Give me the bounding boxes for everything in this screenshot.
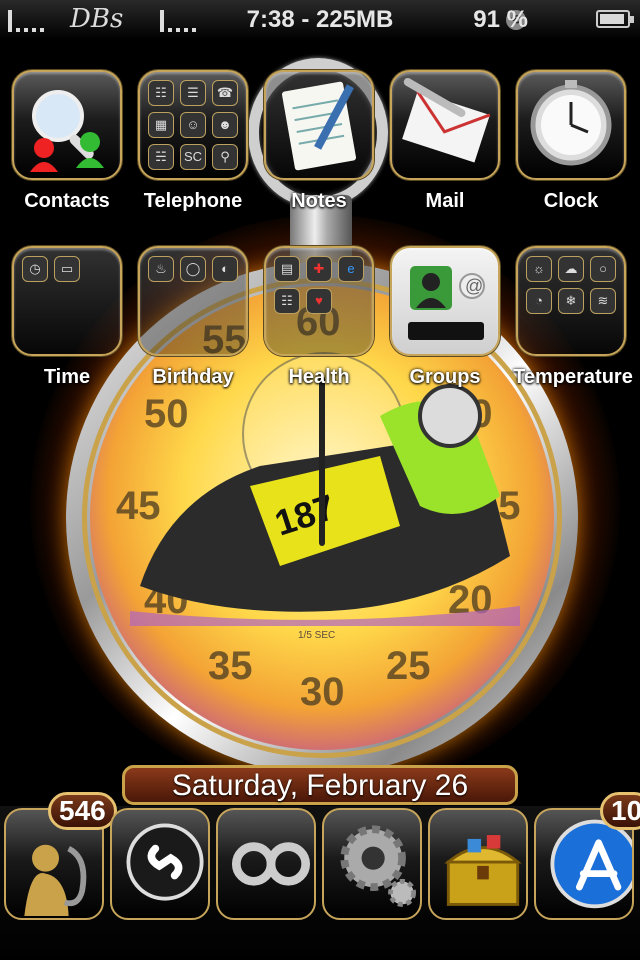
treasure-chest-icon — [444, 835, 522, 906]
shazam-app-icon[interactable] — [110, 808, 210, 920]
health-folder-icon[interactable]: ▤ ✚ e ☷ ♥ — [264, 246, 374, 356]
folder-app-icon: ◔ — [526, 288, 552, 314]
temperature-label: Temperature — [513, 366, 633, 388]
contacts-app-icon[interactable] — [12, 70, 122, 180]
folder-app-icon: ≋ — [590, 288, 616, 314]
notes-app-icon[interactable] — [264, 70, 374, 180]
folder-app-icon: ▤ — [274, 256, 300, 282]
folder-app-icon: ☷ — [274, 288, 300, 314]
folder-app-icon: ☁ — [558, 256, 584, 282]
folder-app-icon: ▭ — [54, 256, 80, 282]
status-bar: DBs 7:38 - 225MB ⟲ 91 % — [0, 0, 640, 40]
folder-app-icon: ◐ — [212, 256, 238, 282]
temperature-folder-grid: ☼ ☁ ○ ◔ ❄ ≋ — [526, 256, 616, 314]
folder-app-icon: ○ — [590, 256, 616, 282]
folder-app-icon: ☎ — [212, 80, 238, 106]
folder-app-icon: ☺ — [180, 112, 206, 138]
app-store-badge: 10 — [600, 792, 640, 830]
health-label: Health — [288, 366, 350, 388]
stopwatch-hand — [319, 376, 325, 546]
contacts-label: Contacts — [24, 190, 110, 212]
folder-app-icon: ✚ — [306, 256, 332, 282]
mail-envelope-icon — [402, 78, 491, 163]
folder-app-icon: ☵ — [148, 144, 174, 170]
birthday-folder-grid: ♨ ◯ ◐ — [148, 256, 238, 282]
date-banner: Saturday, February 26 — [122, 765, 518, 805]
folder-app-icon: ⚲ — [212, 144, 238, 170]
status-time-memory: 7:38 - 225MB — [246, 6, 394, 33]
folder-app-icon: ☰ — [180, 80, 206, 106]
clock-app-icon[interactable] — [516, 70, 626, 180]
dial-number: 25 — [386, 644, 431, 688]
battery-icon — [596, 10, 634, 28]
folder-app-icon: ☻ — [212, 112, 238, 138]
shazam-icon — [126, 823, 204, 901]
mail-label: Mail — [425, 190, 465, 212]
saxophone-badge: 546 — [48, 792, 117, 830]
dock: 546 10 — [0, 792, 640, 960]
mail-app-icon[interactable] — [390, 70, 500, 180]
folder-app-icon: SC — [180, 144, 206, 170]
folder-app-icon: ☷ — [148, 80, 174, 106]
gears-icon — [340, 825, 417, 907]
infinity-app-icon[interactable] — [216, 808, 316, 920]
folder-app-icon: ◯ — [180, 256, 206, 282]
dial-number: 30 — [300, 670, 345, 714]
folder-app-icon: ♨ — [148, 256, 174, 282]
dial-caption: 1/5 SEC — [298, 630, 336, 641]
birthday-folder-icon[interactable]: ♨ ◯ ◐ — [138, 246, 248, 356]
groups-app-icon[interactable]: @ — [390, 246, 500, 356]
telephone-label: Telephone — [143, 190, 243, 212]
birthday-label: Birthday — [152, 366, 234, 388]
folder-app-icon: e — [338, 256, 364, 282]
motorcycle-rider-image: 187 — [130, 384, 520, 626]
groups-contact-icon: @ — [408, 266, 485, 340]
clock-label: Clock — [543, 190, 599, 212]
folder-app-icon: ☼ — [526, 256, 552, 282]
notes-notepad-icon — [282, 81, 356, 171]
folder-app-icon: ▦ — [148, 112, 174, 138]
folder-app-icon: ♥ — [306, 288, 332, 314]
telephone-folder-icon[interactable]: ☷ ☰ ☎ ▦ ☺ ☻ ☵ SC ⚲ — [138, 70, 248, 180]
time-folder-icon[interactable]: ◷ ▭ — [12, 246, 122, 356]
groups-label: Groups — [409, 366, 481, 388]
time-folder-grid: ◷ ▭ — [22, 256, 112, 282]
folder-app-icon: ◷ — [22, 256, 48, 282]
battery-level — [600, 14, 624, 24]
telephone-folder-grid: ☷ ☰ ☎ ▦ ☺ ☻ ☵ SC ⚲ — [148, 80, 238, 170]
settings-app-icon[interactable] — [322, 808, 422, 920]
notes-label: Notes — [291, 190, 347, 212]
folder-app-icon: ❄ — [558, 288, 584, 314]
contacts-search-icon — [30, 90, 104, 172]
clock-watch-icon — [530, 80, 612, 166]
time-label: Time — [43, 366, 91, 388]
svg-text:@: @ — [465, 276, 483, 296]
infinity-icon — [231, 842, 311, 886]
health-folder-grid: ▤ ✚ e ☷ ♥ — [274, 256, 364, 314]
temperature-folder-icon[interactable]: ☼ ☁ ○ ◔ ❄ ≋ — [516, 246, 626, 356]
dial-number: 35 — [208, 644, 253, 688]
treasure-app-icon[interactable] — [428, 808, 528, 920]
battery-percent: 91 % — [473, 6, 528, 33]
